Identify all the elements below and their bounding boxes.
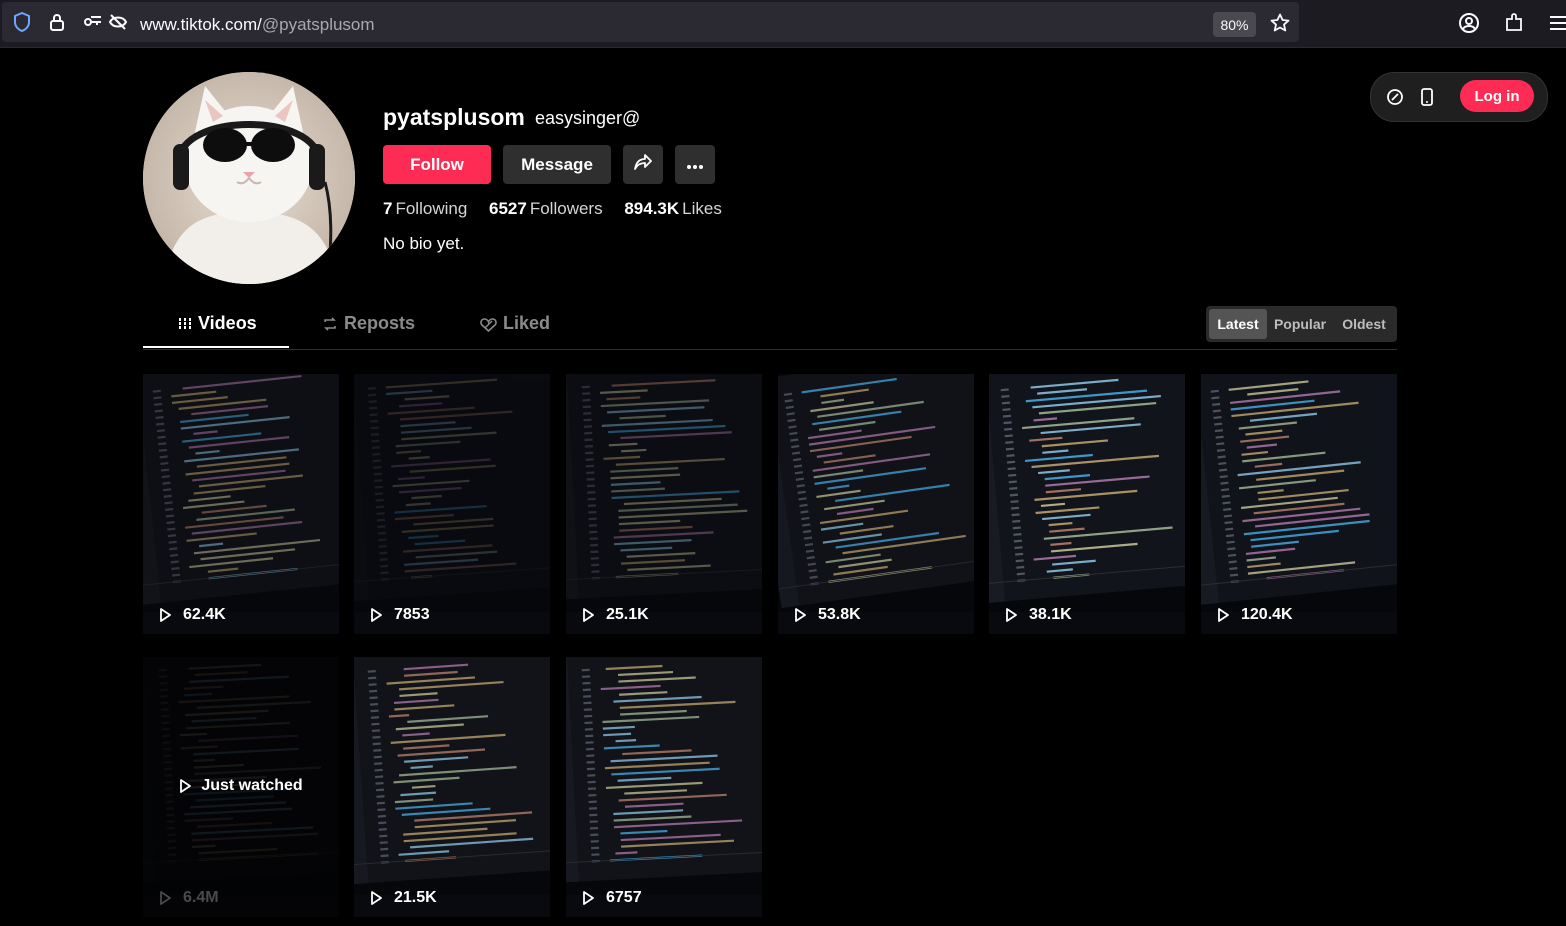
video-view-count: 62.4K	[159, 606, 226, 624]
video-view-count: 6.4M	[159, 889, 219, 907]
play-icon	[159, 891, 177, 905]
likes-stat: 894.3K Likes	[624, 199, 722, 218]
play-icon	[159, 608, 177, 622]
video-thumbnail[interactable]: 6757	[566, 657, 762, 917]
video-cover-image	[354, 374, 550, 634]
account-icon[interactable]	[1457, 12, 1481, 34]
bookmark-star-icon[interactable]	[1269, 12, 1291, 34]
video-thumbnail[interactable]: 120.4K	[1201, 374, 1397, 634]
video-thumbnail[interactable]: 62.4K	[143, 374, 339, 634]
tabs-divider	[143, 349, 1397, 350]
sort-oldest-button[interactable]: Oldest	[1334, 309, 1394, 339]
video-view-count: 7853	[370, 606, 430, 624]
permissions-icon[interactable]	[82, 12, 104, 32]
profile-stats: 7 Following 6527 Followers 894.3K Likes	[383, 199, 739, 219]
play-icon	[582, 608, 600, 622]
coins-icon[interactable]	[1385, 87, 1405, 107]
video-cover-image	[778, 374, 974, 634]
follow-button[interactable]: Follow	[383, 145, 491, 184]
address-bar[interactable]: www.tiktok.com/@pyatsplusom 80%	[2, 2, 1299, 42]
profile-username: pyatsplusom	[383, 104, 525, 130]
video-thumbnail[interactable]: 25.1K	[566, 374, 762, 634]
phone-icon[interactable]	[1417, 87, 1437, 107]
video-view-count: 38.1K	[1005, 606, 1072, 624]
video-cover-image	[354, 657, 550, 917]
login-button[interactable]: Log in	[1460, 80, 1534, 112]
tab-liked[interactable]: Liked	[480, 313, 550, 349]
video-cover-image	[566, 374, 762, 634]
video-view-count: 120.4K	[1217, 606, 1293, 624]
play-icon	[582, 891, 600, 905]
video-view-count: 21.5K	[370, 889, 437, 907]
shield-icon[interactable]	[12, 12, 32, 32]
play-icon	[179, 779, 197, 793]
just-watched-label: Just watched	[143, 777, 339, 795]
browser-toolbar: www.tiktok.com/@pyatsplusom 80%	[0, 0, 1566, 48]
sort-toggle: Latest Popular Oldest	[1206, 306, 1397, 342]
followers-stat[interactable]: 6527 Followers	[489, 199, 603, 219]
lock-icon[interactable]	[47, 12, 67, 32]
profile-nickname: easysinger@	[535, 108, 641, 128]
repost-icon	[322, 313, 338, 335]
video-view-count: 53.8K	[794, 606, 861, 624]
avatar	[143, 72, 355, 284]
zoom-level-badge[interactable]: 80%	[1213, 12, 1256, 37]
active-tab-indicator	[143, 346, 289, 348]
message-button[interactable]: Message	[503, 145, 611, 184]
play-icon	[794, 608, 812, 622]
video-thumbnail[interactable]: Just watched 6.4M	[143, 657, 339, 917]
share-button[interactable]	[623, 145, 663, 184]
video-cover-image	[566, 657, 762, 917]
url-text: www.tiktok.com/@pyatsplusom	[140, 15, 375, 34]
play-icon	[370, 891, 388, 905]
more-options-button[interactable]	[675, 145, 715, 184]
video-view-count: 6757	[582, 889, 642, 907]
tab-videos[interactable]: Videos	[178, 313, 257, 349]
profile-bio: No bio yet.	[383, 234, 465, 253]
video-thumbnail[interactable]: 53.8K	[778, 374, 974, 634]
share-icon	[633, 153, 653, 176]
video-cover-image	[1201, 374, 1397, 634]
more-dots-icon	[686, 154, 704, 175]
following-stat[interactable]: 7 Following	[383, 199, 467, 219]
video-cover-image	[143, 374, 339, 634]
play-icon	[1005, 608, 1023, 622]
extensions-icon[interactable]	[1502, 12, 1526, 34]
sort-popular-button[interactable]: Popular	[1270, 309, 1330, 339]
play-icon	[1217, 608, 1235, 622]
tab-reposts[interactable]: Reposts	[322, 313, 415, 349]
grid-icon	[178, 313, 192, 335]
video-view-count: 25.1K	[582, 606, 649, 624]
video-thumbnail[interactable]: 38.1K	[989, 374, 1185, 634]
liked-heart-icon	[480, 313, 497, 335]
sort-latest-button[interactable]: Latest	[1209, 309, 1267, 339]
video-thumbnail[interactable]: 7853	[354, 374, 550, 634]
menu-icon[interactable]	[1548, 13, 1566, 33]
video-thumbnail[interactable]: 21.5K	[354, 657, 550, 917]
video-cover-image	[989, 374, 1185, 634]
tracking-blocked-icon[interactable]	[107, 12, 129, 32]
play-icon	[370, 608, 388, 622]
